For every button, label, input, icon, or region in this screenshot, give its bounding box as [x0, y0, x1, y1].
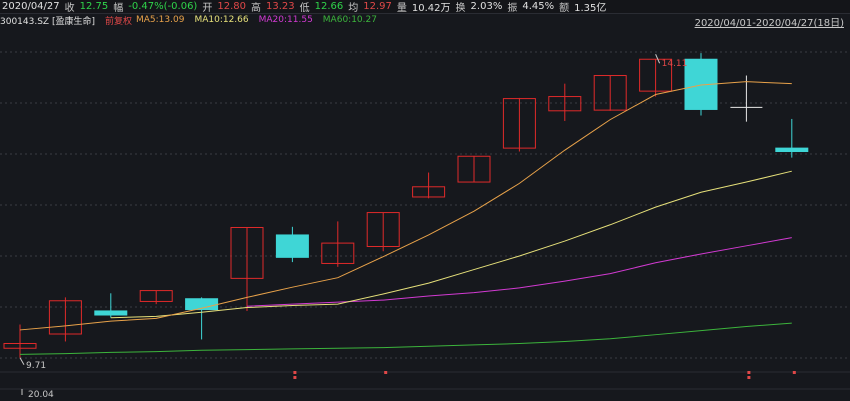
high-value: 13.23 — [265, 1, 295, 12]
x-tick-label: 20.04 — [28, 390, 54, 400]
annotation-label: 9.71 — [26, 361, 46, 371]
low-label: 低 — [299, 3, 310, 14]
high-label: 高 — [250, 3, 261, 14]
avg-value: 12.97 — [363, 1, 392, 12]
volume-value: 10.42万 — [411, 3, 451, 14]
stock-code-label[interactable]: 300143.SZ [盈康生命] — [0, 14, 95, 27]
candle-body — [94, 310, 128, 316]
quote-header: 2020/04/27 收 12.75 幅 -0.47%(-0.06) 开 12.… — [0, 0, 850, 14]
amount-value: 1.35亿 — [574, 3, 607, 14]
ma60-label: MA60:10.27 — [322, 15, 377, 25]
event-marker — [293, 376, 297, 379]
ma5-label: MA5:13.09 — [136, 15, 185, 25]
candle-body — [775, 147, 809, 153]
ma20-label: MA20:11.55 — [258, 15, 313, 25]
change-label: 幅 — [113, 3, 124, 14]
amplitude-value: 4.45% — [522, 1, 555, 12]
event-marker — [293, 371, 297, 374]
date-range[interactable]: 2020/04/01-2020/04/27(18日) — [695, 14, 844, 29]
amount-label: 额 — [559, 3, 570, 14]
ma20-line — [246, 237, 792, 307]
turnover-label: 换 — [455, 3, 466, 14]
stock-chart-window: { "header": { "date": "2020/04/27", "clo… — [0, 0, 850, 401]
volume-label: 量 — [396, 3, 407, 14]
adjust-mode-label[interactable]: 前复权 — [105, 14, 132, 27]
ma10-line — [110, 170, 792, 319]
open-value: 12.80 — [217, 1, 246, 12]
ma60-line — [19, 322, 792, 355]
close-label: 收 — [64, 3, 75, 14]
annotation-label: 14.11 — [662, 59, 688, 69]
event-marker — [747, 376, 751, 379]
low-value: 12.66 — [314, 1, 344, 12]
event-marker — [747, 371, 751, 374]
avg-label: 均 — [348, 3, 359, 14]
amplitude-label: 振 — [507, 3, 518, 14]
candlestick-chart: 14.11 9.71 — [0, 51, 850, 395]
event-marker — [792, 371, 796, 374]
open-label: 开 — [202, 3, 213, 14]
close-value: 12.75 — [79, 1, 109, 12]
turnover-value: 2.03% — [470, 1, 503, 12]
change-value: -0.47%(-0.06) — [128, 1, 198, 12]
ma5-line — [19, 81, 792, 331]
ma10-label: MA10:12.66 — [194, 15, 249, 25]
indicator-legend: 300143.SZ [盈康生命] 前复权 MA5:13.09 MA10:12.6… — [0, 14, 387, 27]
quote-date: 2020/04/27 — [2, 1, 60, 12]
event-marker — [384, 371, 388, 374]
annotation-pointer — [19, 357, 25, 366]
candle-body — [275, 234, 309, 258]
